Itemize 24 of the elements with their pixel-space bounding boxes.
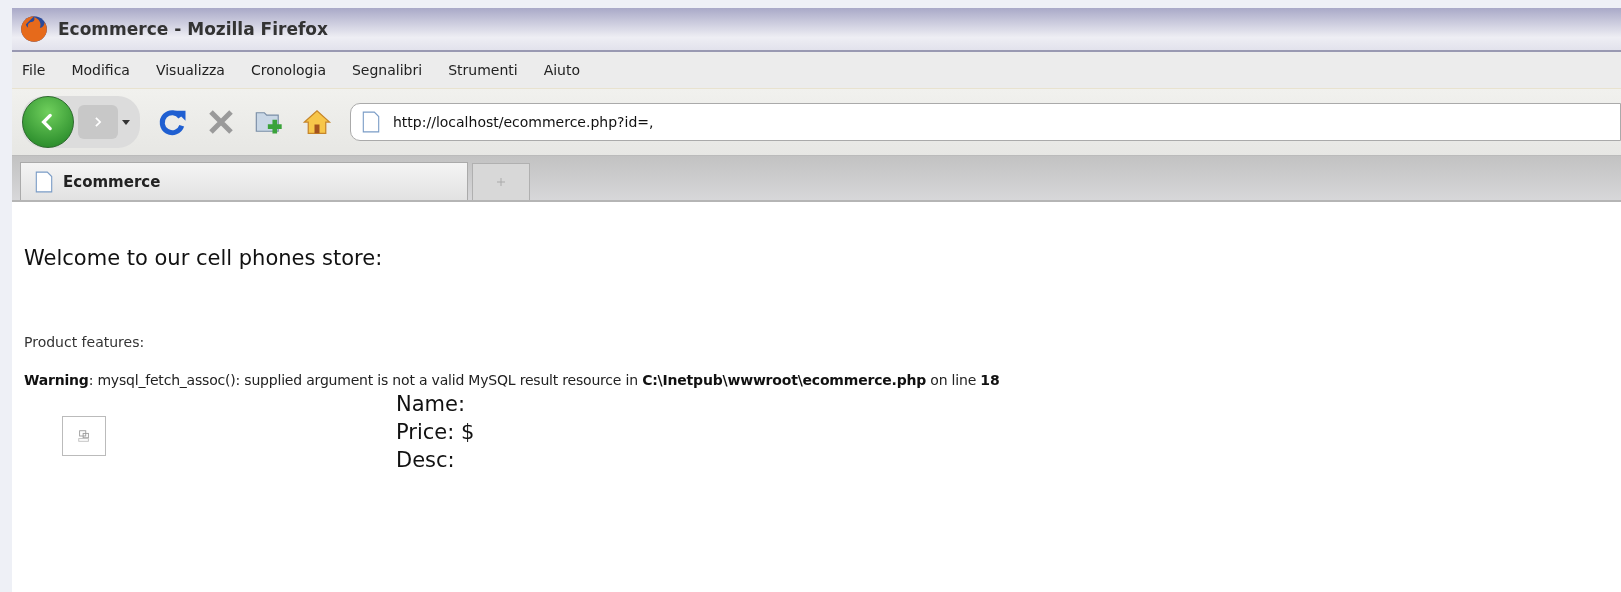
- page-heading: Welcome to our cell phones store:: [24, 246, 384, 270]
- home-icon[interactable]: [302, 107, 332, 137]
- caret-icon[interactable]: [122, 119, 130, 125]
- product-field-label: Name:: [396, 391, 467, 418]
- plus-icon: [496, 177, 506, 187]
- menu-item[interactable]: Strumenti: [448, 62, 518, 78]
- back-button[interactable]: [22, 96, 74, 148]
- product-field-label: Price: $: [396, 419, 475, 446]
- menu-item[interactable]: Modifica: [71, 62, 130, 78]
- page-icon: [35, 170, 53, 193]
- warning-message: Warning: mysql_fetch_assoc(): supplied argument is not a valid MySQL result resource in C:\Inetpub\wwwroot\ecommerce.php on line 18: [24, 372, 1001, 388]
- address-field[interactable]: http://localhost/ecommerce.php?id=,: [350, 103, 1621, 141]
- image-placeholder-icon: [77, 429, 91, 443]
- menu-item[interactable]: Aiuto: [543, 62, 581, 78]
- menu-item[interactable]: Visualizza: [155, 62, 225, 78]
- browser-tab[interactable]: Ecommerce: [20, 162, 468, 200]
- menu-item[interactable]: Cronologia: [250, 62, 326, 78]
- firefox-icon: [20, 15, 48, 43]
- menu-item[interactable]: File: [22, 62, 46, 78]
- menu-item[interactable]: Segnalibri: [351, 62, 423, 78]
- product-field-label: Desc:: [396, 447, 456, 474]
- features-label: Product features:: [24, 334, 146, 350]
- reload-icon[interactable]: [158, 107, 188, 137]
- window-title: Ecommerce - Mozilla Firefox: [58, 19, 328, 39]
